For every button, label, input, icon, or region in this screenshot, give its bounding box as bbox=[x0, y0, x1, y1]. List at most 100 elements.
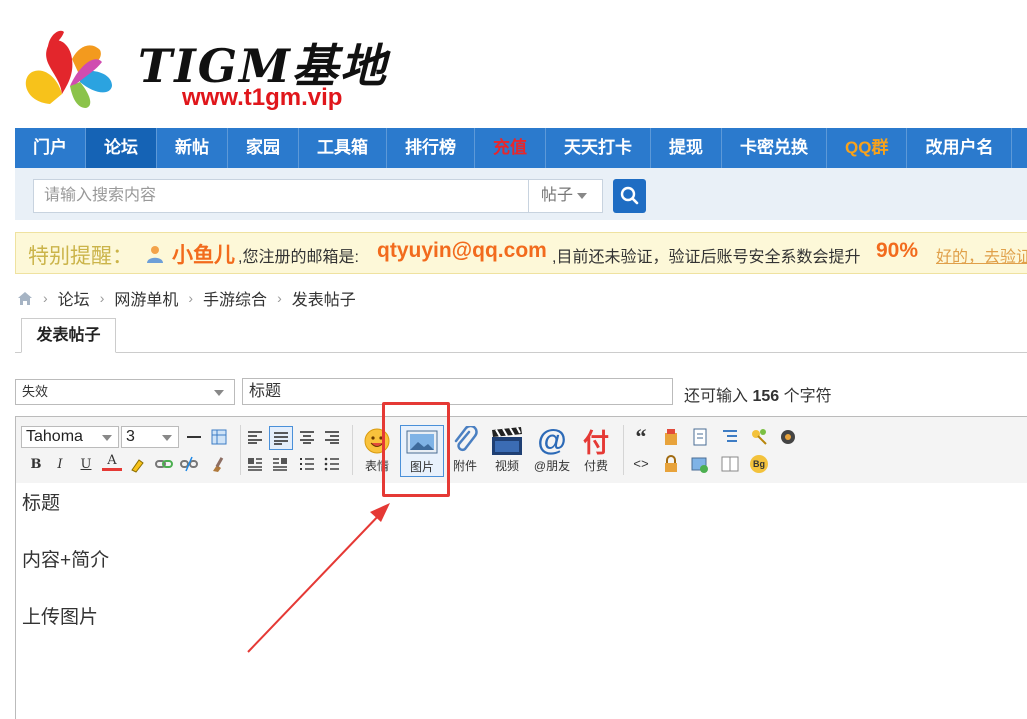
quote-button[interactable]: “ bbox=[631, 424, 651, 449]
post-type-value: 失效 bbox=[22, 384, 49, 399]
video-button[interactable]: 视频 bbox=[487, 425, 527, 477]
tab-new-post[interactable]: 发表帖子 bbox=[21, 318, 116, 353]
unordered-list-icon bbox=[324, 457, 339, 471]
nav-item-forum[interactable]: 论坛 bbox=[86, 128, 157, 168]
video-label: 视频 bbox=[494, 459, 519, 473]
editor-content[interactable]: 标题 内容+简介 上传图片 bbox=[22, 489, 109, 660]
search-bar: 请输入搜索内容 帖子 bbox=[15, 168, 1027, 220]
char-count-hint: 还可输入 156 个字符 bbox=[684, 382, 832, 406]
verify-email-link[interactable]: 好的，去验证 bbox=[936, 243, 1027, 267]
search-input[interactable]: 请输入搜索内容 bbox=[33, 179, 529, 213]
columns-button[interactable] bbox=[720, 454, 740, 474]
paperclip-icon bbox=[454, 426, 478, 452]
background-image-button[interactable]: Bg bbox=[749, 454, 769, 474]
font-size-select[interactable]: 3 bbox=[121, 426, 179, 448]
key-icon bbox=[752, 429, 767, 445]
nav-item-ranking[interactable]: 排行榜 bbox=[387, 128, 475, 168]
at-icon: @ bbox=[537, 424, 567, 457]
horizontal-rule-button[interactable] bbox=[184, 427, 204, 447]
search-icon bbox=[620, 186, 639, 205]
align-left-button[interactable] bbox=[245, 427, 265, 447]
float-left-button[interactable] bbox=[245, 454, 265, 474]
bold-button[interactable]: B bbox=[26, 454, 46, 474]
highlighter-icon bbox=[131, 459, 144, 473]
align-right-button[interactable] bbox=[322, 427, 342, 447]
float-right-icon bbox=[273, 458, 287, 471]
attachment-label: 附件 bbox=[452, 459, 477, 473]
background-color-button[interactable] bbox=[128, 454, 148, 474]
logo-pinwheel-icon bbox=[25, 30, 112, 108]
paid-content-button[interactable]: 付 付费 bbox=[576, 425, 616, 477]
nav-item-recharge[interactable]: 充值 bbox=[475, 128, 546, 168]
breadcrumb-item-forum[interactable]: 论坛 bbox=[58, 286, 90, 310]
brush-icon bbox=[213, 457, 224, 472]
unordered-list-button[interactable] bbox=[322, 454, 342, 474]
notice-username: 小鱼儿 bbox=[172, 244, 235, 267]
bg-icon: Bg bbox=[750, 455, 768, 473]
float-left-icon bbox=[248, 458, 262, 471]
nav-item-card-redeem[interactable]: 卡密兑换 bbox=[722, 128, 827, 168]
nav-item-rename[interactable]: 改用户名 bbox=[907, 128, 1013, 168]
underline-button[interactable]: U bbox=[76, 454, 96, 474]
title-input[interactable]: 标题 bbox=[242, 378, 673, 405]
align-left-icon bbox=[248, 431, 262, 444]
nav-item-checkin[interactable]: 天天打卡 bbox=[546, 128, 651, 168]
index-button[interactable] bbox=[720, 427, 740, 447]
nav-item-home[interactable]: 家园 bbox=[228, 128, 299, 168]
table-icon bbox=[211, 429, 227, 445]
notice-percent: 90% bbox=[876, 239, 919, 262]
free-content-button[interactable] bbox=[661, 427, 681, 447]
search-button[interactable] bbox=[613, 179, 646, 213]
breadcrumb-item-mobile-games[interactable]: 手游综合 bbox=[203, 286, 267, 310]
home-icon[interactable] bbox=[17, 291, 33, 306]
insert-link-button[interactable] bbox=[154, 454, 174, 474]
flash-disc-icon bbox=[781, 430, 795, 444]
page-icon bbox=[693, 428, 707, 446]
clear-format-button[interactable] bbox=[208, 454, 228, 474]
nav-item-portal[interactable]: 门户 bbox=[15, 128, 86, 168]
pay-icon: 付 bbox=[582, 427, 609, 458]
nav-item-withdraw[interactable]: 提现 bbox=[651, 128, 722, 168]
breadcrumb-item-online-games[interactable]: 网游单机 bbox=[114, 286, 178, 310]
site-logo[interactable]: TIGM基地 www.t1gm.vip bbox=[20, 24, 390, 114]
align-justify-button[interactable] bbox=[269, 426, 293, 450]
media-icon bbox=[691, 457, 708, 473]
font-family-select[interactable]: Tahoma bbox=[21, 426, 119, 448]
char-hint-count: 156 bbox=[752, 388, 780, 405]
font-color-button[interactable]: A bbox=[102, 453, 122, 471]
hide-content-button[interactable] bbox=[661, 454, 681, 474]
nav-item-new-posts[interactable]: 新帖 bbox=[157, 128, 228, 168]
toolbar-separator bbox=[240, 425, 241, 475]
code-button[interactable]: <> bbox=[631, 454, 651, 474]
chevron-down-icon bbox=[162, 435, 172, 441]
breadcrumb-item-new-post: 发表帖子 bbox=[291, 292, 356, 309]
flash-button[interactable] bbox=[778, 427, 798, 447]
page-break-button[interactable] bbox=[690, 427, 710, 447]
insert-media-button[interactable] bbox=[690, 454, 710, 474]
font-family-value: Tahoma bbox=[26, 428, 83, 445]
password-button[interactable] bbox=[749, 427, 769, 447]
float-right-button[interactable] bbox=[270, 454, 290, 474]
char-hint-suffix: 个字符 bbox=[783, 388, 832, 405]
align-center-icon bbox=[300, 431, 314, 444]
lock-icon bbox=[665, 455, 677, 472]
horizontal-rule-icon bbox=[187, 436, 201, 438]
search-scope-select[interactable]: 帖子 bbox=[529, 179, 603, 213]
remove-link-button[interactable] bbox=[179, 454, 199, 474]
chevron-right-icon: › bbox=[277, 290, 282, 306]
italic-button[interactable]: I bbox=[50, 454, 70, 474]
mention-friend-button[interactable]: @ @朋友 bbox=[530, 424, 574, 477]
post-type-select[interactable]: 失效 bbox=[15, 379, 235, 405]
user-icon bbox=[147, 246, 163, 263]
align-center-button[interactable] bbox=[297, 427, 317, 447]
nav-item-qq-group[interactable]: QQ群 bbox=[827, 128, 908, 168]
ordered-list-button[interactable] bbox=[297, 454, 317, 474]
nav-item-toolbox[interactable]: 工具箱 bbox=[299, 128, 387, 168]
link-icon bbox=[155, 460, 173, 468]
chevron-right-icon: › bbox=[99, 290, 105, 306]
table-button[interactable] bbox=[209, 427, 229, 447]
unlink-icon bbox=[180, 456, 198, 472]
logo-url: www.t1gm.vip bbox=[182, 84, 343, 111]
attachment-button[interactable]: 附件 bbox=[445, 425, 485, 477]
mention-label: @朋友 bbox=[533, 459, 571, 473]
